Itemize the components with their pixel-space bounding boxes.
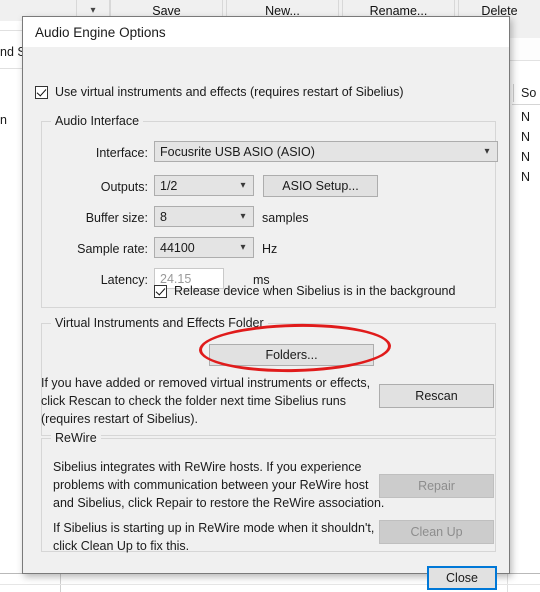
clean-up-button: Clean Up	[379, 520, 494, 544]
buffer-size-unit: samples	[262, 211, 309, 225]
chevron-down-icon[interactable]: ▾	[233, 180, 253, 191]
rewire-paragraph-1: Sibelius integrates with ReWire hosts. I…	[53, 458, 384, 512]
rewire-paragraph-1-line: and Sibelius, click Repair to restore th…	[53, 496, 385, 510]
rewire-paragraph-2: If Sibelius is starting up in ReWire mod…	[53, 519, 374, 555]
interface-label: Interface:	[95, 146, 148, 160]
interface-select-value: Focusrite USB ASIO (ASIO)	[160, 144, 315, 159]
background-text-fragment-2: n	[0, 113, 7, 127]
background-right-strip-top	[506, 21, 540, 39]
virtual-folder-group-title: Virtual Instruments and Effects Folder	[51, 316, 268, 330]
rewire-paragraph-2-line: If Sibelius is starting up in ReWire mod…	[53, 521, 375, 535]
outputs-select-value: 1/2	[160, 178, 178, 193]
audio-interface-group-title: Audio Interface	[51, 114, 144, 128]
rescan-button[interactable]: Rescan	[379, 384, 494, 408]
audio-engine-options-dialog: Audio Engine Options Use virtual instrum…	[22, 16, 510, 590]
rescan-description-line: (requires restart of Sibelius).	[41, 412, 199, 426]
repair-button: Repair	[379, 474, 494, 498]
sample-rate-unit: Hz	[262, 242, 278, 256]
rewire-paragraph-1-line: Sibelius integrates with ReWire hosts. I…	[53, 460, 362, 474]
use-virtual-instruments-label: Use virtual instruments and effects (req…	[55, 85, 404, 99]
checkbox-icon[interactable]	[35, 85, 48, 99]
dialog-titlebar: Audio Engine Options	[23, 17, 509, 47]
interface-select[interactable]: Focusrite USB ASIO (ASIO) ▾	[154, 141, 498, 162]
background-right-strip-second	[506, 38, 540, 61]
sample-rate-select[interactable]: 44100 ▾	[154, 237, 254, 258]
chevron-down-icon[interactable]: ▾	[233, 211, 253, 222]
buffer-size-select[interactable]: 8 ▾	[154, 206, 254, 227]
rescan-description: If you have added or removed virtual ins…	[41, 374, 370, 428]
background-table-row: N	[521, 170, 531, 184]
buffer-size-label: Buffer size:	[85, 211, 148, 225]
release-device-label: Release device when Sibelius is in the b…	[174, 284, 456, 298]
rewire-paragraph-1-line: problems with communication between your…	[53, 478, 369, 492]
background-table-row: N	[521, 130, 531, 144]
background-table-row: N	[521, 150, 531, 164]
sample-rate-label: Sample rate:	[77, 242, 148, 256]
background-column-header-label: So	[521, 86, 537, 100]
checkbox-icon[interactable]	[154, 284, 167, 298]
close-button[interactable]: Close	[427, 566, 497, 590]
background-right-panel	[506, 21, 540, 592]
latency-label: Latency:	[100, 273, 148, 287]
outputs-label: Outputs:	[100, 180, 148, 194]
dialog-body: Use virtual instruments and effects (req…	[23, 47, 509, 590]
buffer-size-select-value: 8	[160, 209, 167, 224]
rewire-group-title: ReWire	[51, 431, 101, 445]
folders-button[interactable]: Folders...	[209, 344, 374, 366]
rewire-paragraph-2-line: click Clean Up to fix this.	[53, 539, 190, 553]
rescan-description-line: click Rescan to check the folder next ti…	[41, 394, 346, 408]
background-table-column-divider	[513, 84, 514, 102]
rescan-description-line: If you have added or removed virtual ins…	[41, 376, 371, 390]
release-device-checkbox-row[interactable]: Release device when Sibelius is in the b…	[154, 284, 455, 298]
outputs-select[interactable]: 1/2 ▾	[154, 175, 254, 196]
chevron-down-icon[interactable]: ▾	[477, 146, 497, 157]
chevron-down-icon[interactable]: ▾	[233, 242, 253, 253]
background-table-row: N	[521, 110, 531, 124]
sample-rate-select-value: 44100	[160, 240, 195, 255]
dialog-title: Audio Engine Options	[35, 24, 166, 40]
use-virtual-instruments-checkbox-row[interactable]: Use virtual instruments and effects (req…	[35, 85, 404, 99]
asio-setup-button[interactable]: ASIO Setup...	[263, 175, 378, 197]
